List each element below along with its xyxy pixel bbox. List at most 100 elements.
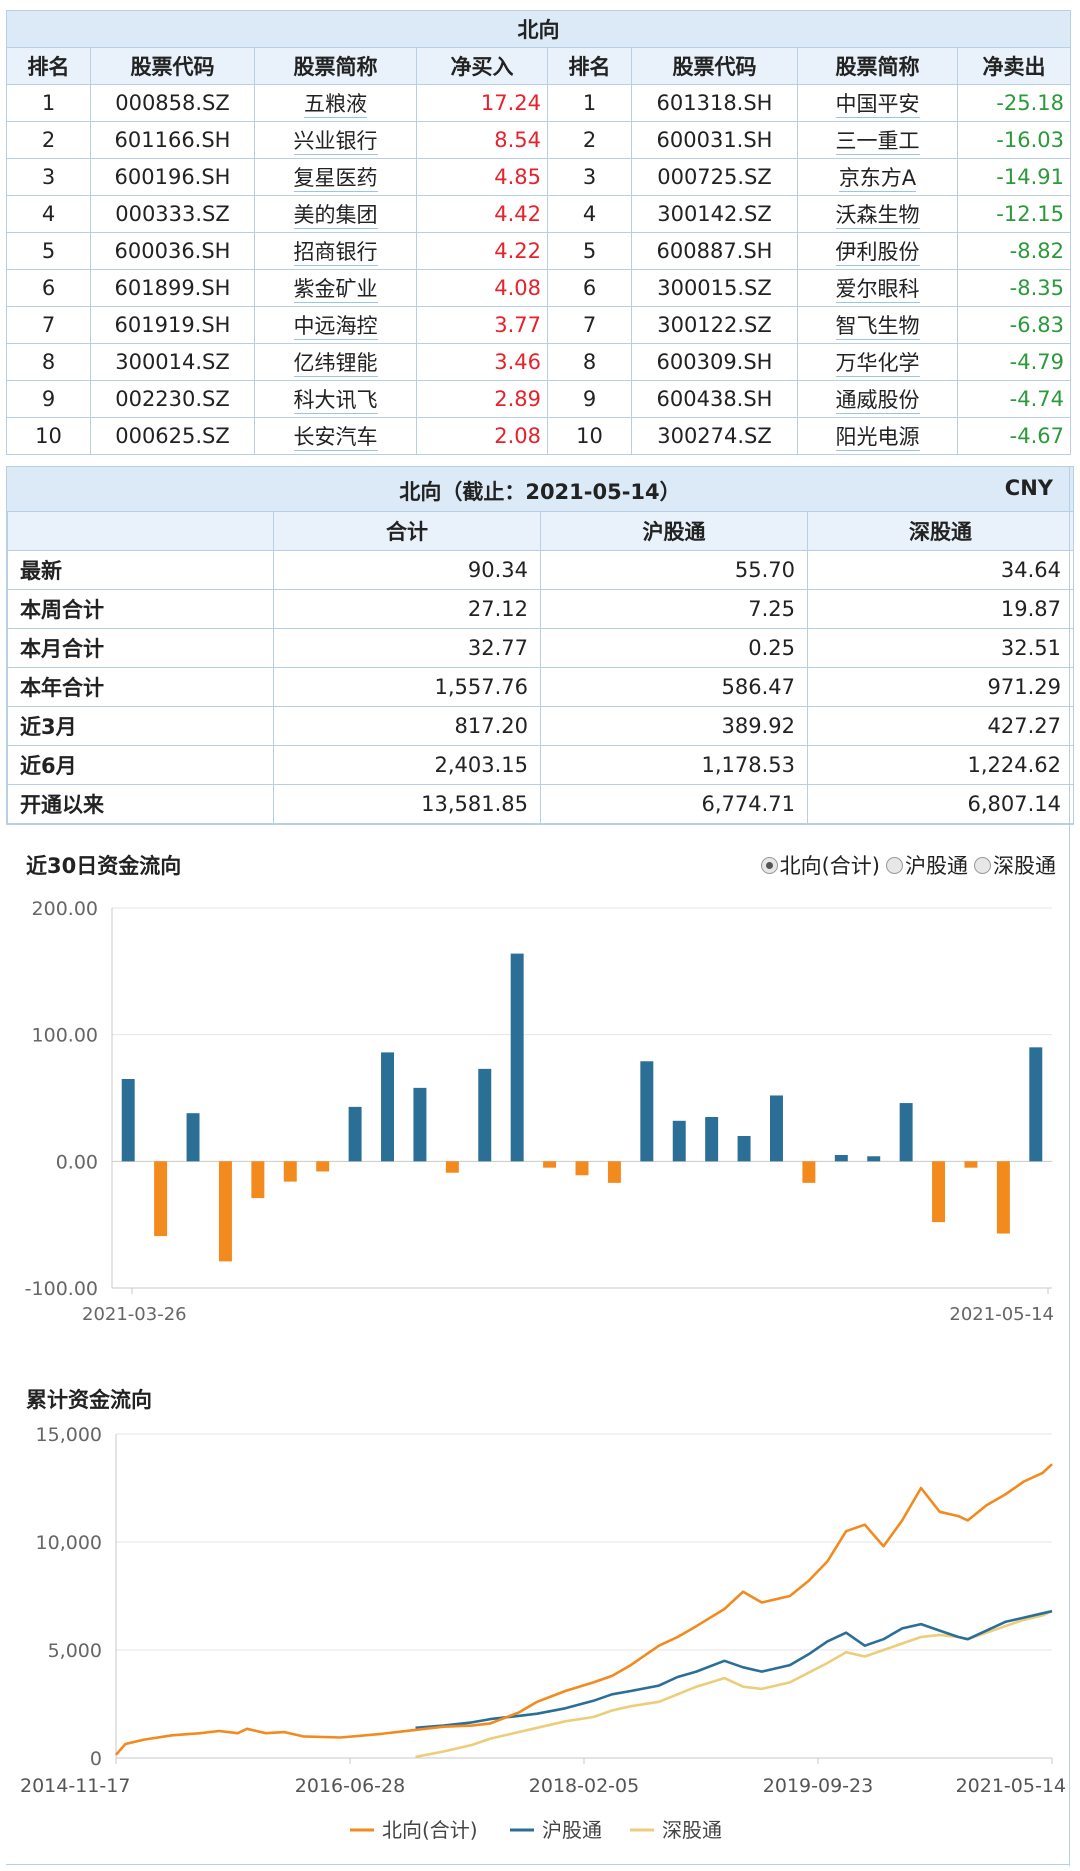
header-code[interactable]: 股票代码 [90,47,255,85]
series-line[interactable] [115,1463,1053,1756]
summary-row: 开通以来 13,581.85 6,774.71 6,807.14 [7,784,1074,824]
stock-name-text[interactable]: 紫金矿业 [293,277,378,303]
flow-bar[interactable] [316,1161,330,1172]
stock-name-link[interactable]: 兴业银行 [254,121,417,159]
stock-name-text[interactable]: 中国平安 [835,92,920,118]
stock-name-text[interactable]: 沃森生物 [835,203,920,229]
legend-label[interactable]: 北向(合计) [382,1818,478,1842]
header-code[interactable]: 股票代码 [631,47,798,85]
radio-shenzhen[interactable]: 深股通 [974,850,1056,880]
flow-bar[interactable] [413,1087,427,1162]
flow-bar[interactable] [802,1161,816,1183]
stock-name-link[interactable]: 伊利股份 [797,232,958,270]
stock-name-link[interactable]: 亿纬锂能 [254,343,417,381]
flow-bar[interactable] [381,1052,394,1162]
flow-bar[interactable] [640,1061,654,1162]
stock-name-text[interactable]: 科大讯飞 [293,388,378,414]
stock-name-link[interactable]: 万华化学 [797,343,958,381]
header-rank[interactable]: 排名 [6,47,91,85]
stock-name-link[interactable]: 京东方A [797,158,958,196]
flow-bar[interactable] [1029,1047,1043,1162]
flow-bar[interactable] [899,1103,913,1162]
header-name[interactable]: 股票简称 [254,47,417,85]
stock-name-link[interactable]: 美的集团 [254,195,417,233]
stock-name-link[interactable]: 沃森生物 [797,195,958,233]
stock-name-link[interactable]: 紫金矿业 [254,269,417,307]
header-name[interactable]: 股票简称 [797,47,958,85]
stock-name-text[interactable]: 京东方A [838,166,917,192]
stock-name-text[interactable]: 长安汽车 [293,425,378,451]
stock-name-text[interactable]: 智飞生物 [835,314,920,340]
flow-bar[interactable] [964,1161,978,1168]
flow-bar[interactable] [867,1156,881,1162]
flow-bar[interactable] [121,1079,135,1162]
rank-cell: 1 [6,84,91,122]
stock-name-text[interactable]: 兴业银行 [293,129,378,155]
stock-name-text[interactable]: 万华化学 [835,351,920,377]
flow-bar[interactable] [932,1161,946,1223]
stock-name-link[interactable]: 阳光电源 [797,417,958,455]
flow30-bar-chart: 200.00 100.00 0.00 -100.00 2021-03-26 2021-05… [25,898,1054,1325]
flow-bar[interactable] [478,1068,492,1162]
radio-northbound[interactable]: 北向(合计) [760,850,880,880]
flow-bar[interactable] [770,1095,783,1162]
stock-name-link[interactable]: 智飞生物 [797,306,958,344]
legend-label[interactable]: 深股通 [662,1818,722,1842]
stock-name-link[interactable]: 三一重工 [797,121,958,159]
summary-value: 1,557.76 [273,667,541,707]
flow-bar[interactable] [251,1161,265,1199]
col-shanghai: 沪股通 [540,511,808,551]
flow-bar[interactable] [834,1155,848,1162]
flow-bar[interactable] [672,1120,686,1162]
summary-value: 6,774.71 [540,784,808,824]
radio-dot-icon[interactable] [886,856,903,874]
stock-name-text[interactable]: 亿纬锂能 [293,351,378,377]
flow-bar[interactable] [445,1161,459,1173]
header-net-buy[interactable]: 净买入 [416,47,548,85]
stock-name-link[interactable]: 爱尔眼科 [797,269,958,307]
x-tick-label: 2019-09-23 [763,1775,873,1797]
series-line[interactable] [415,1609,1053,1730]
stock-name-text[interactable]: 三一重工 [835,129,920,155]
header-rank[interactable]: 排名 [547,47,632,85]
header-net-sell[interactable]: 净卖出 [957,47,1071,85]
flow-bar[interactable] [218,1161,232,1262]
stock-name-link[interactable]: 复星医药 [254,158,417,196]
stock-name-text[interactable]: 爱尔眼科 [835,277,920,303]
stock-name-text[interactable]: 伊利股份 [835,240,920,266]
flow-bar[interactable] [575,1161,589,1176]
flow-bar[interactable] [283,1161,297,1182]
flow-bar[interactable] [348,1106,362,1162]
stock-name-link[interactable]: 招商银行 [254,232,417,270]
flow-bar[interactable] [186,1113,200,1162]
stock-name-link[interactable]: 长安汽车 [254,417,417,455]
stock-name-text[interactable]: 招商银行 [293,240,378,266]
series-line[interactable] [415,1609,1053,1759]
stock-name-link[interactable]: 中国平安 [797,84,958,122]
stock-name-text[interactable]: 通威股份 [835,388,920,414]
flow-bar[interactable] [543,1161,557,1168]
flow-bar[interactable] [737,1136,751,1162]
summary-value: 6,807.14 [807,784,1074,824]
stock-name-link[interactable]: 五粮液 [254,84,417,122]
stock-name-link[interactable]: 中远海控 [254,306,417,344]
stock-name-text[interactable]: 复星医药 [293,166,378,192]
summary-value: 1,178.53 [540,745,808,785]
net-sell-value: -8.35 [957,269,1071,307]
radio-dot-icon[interactable] [974,856,991,874]
stock-name-text[interactable]: 中远海控 [293,314,378,340]
radio-shanghai[interactable]: 沪股通 [886,850,968,880]
flow-bar[interactable] [996,1161,1010,1234]
flow-bar[interactable] [607,1161,621,1183]
flow-bar[interactable] [510,953,524,1162]
flow-bar[interactable] [705,1117,719,1162]
net-buy-value: 3.46 [416,343,548,381]
stock-name-link[interactable]: 科大讯飞 [254,380,417,418]
flow-bar[interactable] [154,1161,168,1237]
stock-name-text[interactable]: 五粮液 [304,92,367,118]
legend-label[interactable]: 沪股通 [542,1818,602,1842]
radio-dot-icon[interactable] [760,856,778,874]
stock-name-link[interactable]: 通威股份 [797,380,958,418]
stock-name-text[interactable]: 美的集团 [293,203,378,229]
stock-name-text[interactable]: 阳光电源 [835,425,920,451]
